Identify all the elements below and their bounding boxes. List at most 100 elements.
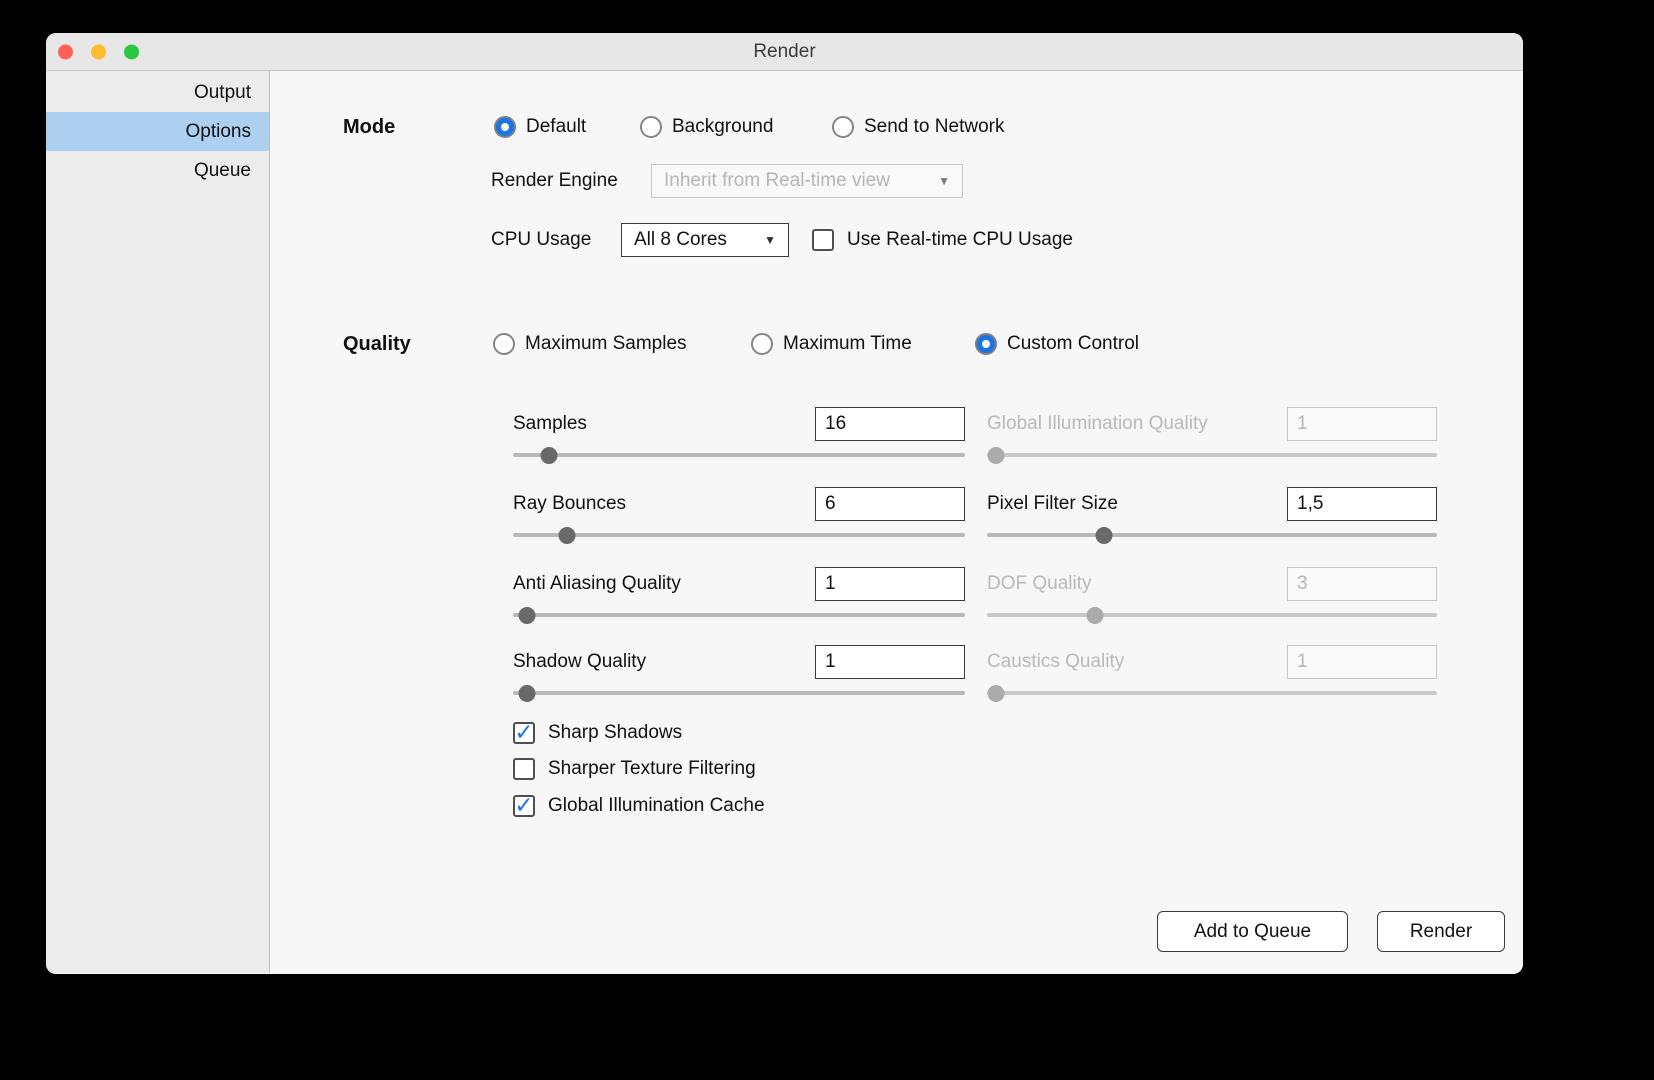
samples-slider[interactable]	[513, 446, 965, 464]
ray-bounces-label: Ray Bounces	[513, 487, 626, 521]
checkbox-checked-icon: ✓	[513, 795, 535, 817]
sidebar-item-queue[interactable]: Queue	[46, 151, 269, 190]
global-illumination-quality-label: Global Illumination Quality	[987, 407, 1208, 441]
radio-label: Background	[672, 113, 773, 141]
dof-quality-field: DOF Quality	[987, 567, 1437, 631]
render-button[interactable]: Render	[1377, 911, 1505, 952]
select-value: Inherit from Real-time view	[664, 170, 930, 192]
slider-track	[513, 613, 965, 617]
checkbox-checked-icon: ✓	[513, 722, 535, 744]
pixel-filter-size-field: Pixel Filter Size	[987, 487, 1437, 551]
cpu-usage-select[interactable]: All 8 Cores ▼	[621, 223, 789, 257]
sharp-shadows-checkbox[interactable]: ✓ Sharp Shadows	[513, 719, 682, 747]
ray-bounces-slider[interactable]	[513, 526, 965, 544]
shadow-quality-label: Shadow Quality	[513, 645, 646, 679]
radio-unselected-icon	[493, 333, 515, 355]
radio-label: Maximum Samples	[525, 330, 687, 358]
quality-radio-custom-control[interactable]: Custom Control	[975, 330, 1139, 358]
radio-unselected-icon	[640, 116, 662, 138]
anti-aliasing-quality-slider[interactable]	[513, 606, 965, 624]
checkbox-label: Sharper Texture Filtering	[548, 755, 756, 783]
slider-thumb[interactable]	[1096, 527, 1113, 544]
shadow-quality-field: Shadow Quality	[513, 645, 965, 709]
slider-track	[513, 533, 965, 537]
caustics-quality-slider	[987, 684, 1437, 702]
options-panel: Mode Default Background Send to Network …	[270, 71, 1523, 973]
mode-section-label: Mode	[343, 113, 395, 141]
quality-section-label: Quality	[343, 330, 411, 358]
sharper-texture-filtering-checkbox[interactable]: Sharper Texture Filtering	[513, 755, 756, 783]
dof-quality-input	[1287, 567, 1437, 601]
chevron-down-icon: ▼	[938, 174, 950, 188]
chevron-down-icon: ▼	[764, 233, 776, 247]
anti-aliasing-quality-label: Anti Aliasing Quality	[513, 567, 681, 601]
ray-bounces-input[interactable]	[815, 487, 965, 521]
anti-aliasing-quality-input[interactable]	[815, 567, 965, 601]
slider-thumb	[1087, 607, 1104, 624]
window-title: Render	[753, 41, 815, 63]
use-realtime-cpu-checkbox[interactable]: Use Real-time CPU Usage	[812, 226, 1073, 254]
checkbox-label: Use Real-time CPU Usage	[847, 226, 1073, 254]
window-controls	[58, 44, 139, 59]
slider-track	[987, 533, 1437, 537]
samples-field: Samples	[513, 407, 965, 471]
sidebar-item-output[interactable]: Output	[46, 73, 269, 112]
render-window: Render Output Options Queue Mode Default…	[46, 33, 1523, 974]
render-engine-label: Render Engine	[491, 164, 618, 198]
anti-aliasing-quality-field: Anti Aliasing Quality	[513, 567, 965, 631]
mode-radio-default[interactable]: Default	[494, 113, 586, 141]
mode-radio-send-to-network[interactable]: Send to Network	[832, 113, 1004, 141]
samples-label: Samples	[513, 407, 587, 441]
global-illumination-quality-field: Global Illumination Quality	[987, 407, 1437, 471]
sidebar-item-options[interactable]: Options	[46, 112, 269, 151]
caustics-quality-label: Caustics Quality	[987, 645, 1124, 679]
slider-thumb[interactable]	[518, 607, 535, 624]
slider-track	[987, 613, 1437, 617]
quality-radio-maximum-time[interactable]: Maximum Time	[751, 330, 912, 358]
slider-track	[987, 453, 1437, 457]
slider-thumb[interactable]	[541, 447, 558, 464]
shadow-quality-slider[interactable]	[513, 684, 965, 702]
sidebar: Output Options Queue	[46, 71, 270, 973]
cpu-usage-label: CPU Usage	[491, 223, 591, 257]
radio-label: Custom Control	[1007, 330, 1139, 358]
radio-selected-icon	[494, 116, 516, 138]
radio-unselected-icon	[751, 333, 773, 355]
close-window-button[interactable]	[58, 44, 73, 59]
radio-label: Send to Network	[864, 113, 1004, 141]
zoom-window-button[interactable]	[124, 44, 139, 59]
slider-track	[513, 453, 965, 457]
caustics-quality-input	[1287, 645, 1437, 679]
select-value: All 8 Cores	[634, 229, 756, 251]
ray-bounces-field: Ray Bounces	[513, 487, 965, 551]
checkmark-icon: ✓	[514, 795, 533, 815]
radio-unselected-icon	[832, 116, 854, 138]
checkbox-unchecked-icon	[812, 229, 834, 251]
checkbox-label: Global Illumination Cache	[548, 792, 765, 820]
title-bar[interactable]: Render	[46, 33, 1523, 71]
render-engine-select[interactable]: Inherit from Real-time view ▼	[651, 164, 963, 198]
samples-input[interactable]	[815, 407, 965, 441]
dof-quality-slider	[987, 606, 1437, 624]
slider-thumb[interactable]	[559, 527, 576, 544]
radio-selected-icon	[975, 333, 997, 355]
global-illumination-cache-checkbox[interactable]: ✓ Global Illumination Cache	[513, 792, 765, 820]
shadow-quality-input[interactable]	[815, 645, 965, 679]
checkbox-label: Sharp Shadows	[548, 719, 682, 747]
checkmark-icon: ✓	[514, 722, 533, 742]
minimize-window-button[interactable]	[91, 44, 106, 59]
pixel-filter-size-label: Pixel Filter Size	[987, 487, 1118, 521]
slider-thumb	[988, 447, 1005, 464]
add-to-queue-button[interactable]: Add to Queue	[1157, 911, 1348, 952]
dof-quality-label: DOF Quality	[987, 567, 1092, 601]
checkbox-unchecked-icon	[513, 758, 535, 780]
pixel-filter-size-input[interactable]	[1287, 487, 1437, 521]
mode-radio-background[interactable]: Background	[640, 113, 773, 141]
slider-track	[987, 691, 1437, 695]
radio-label: Maximum Time	[783, 330, 912, 358]
pixel-filter-size-slider[interactable]	[987, 526, 1437, 544]
caustics-quality-field: Caustics Quality	[987, 645, 1437, 709]
slider-thumb[interactable]	[518, 685, 535, 702]
global-illumination-quality-input	[1287, 407, 1437, 441]
quality-radio-maximum-samples[interactable]: Maximum Samples	[493, 330, 687, 358]
